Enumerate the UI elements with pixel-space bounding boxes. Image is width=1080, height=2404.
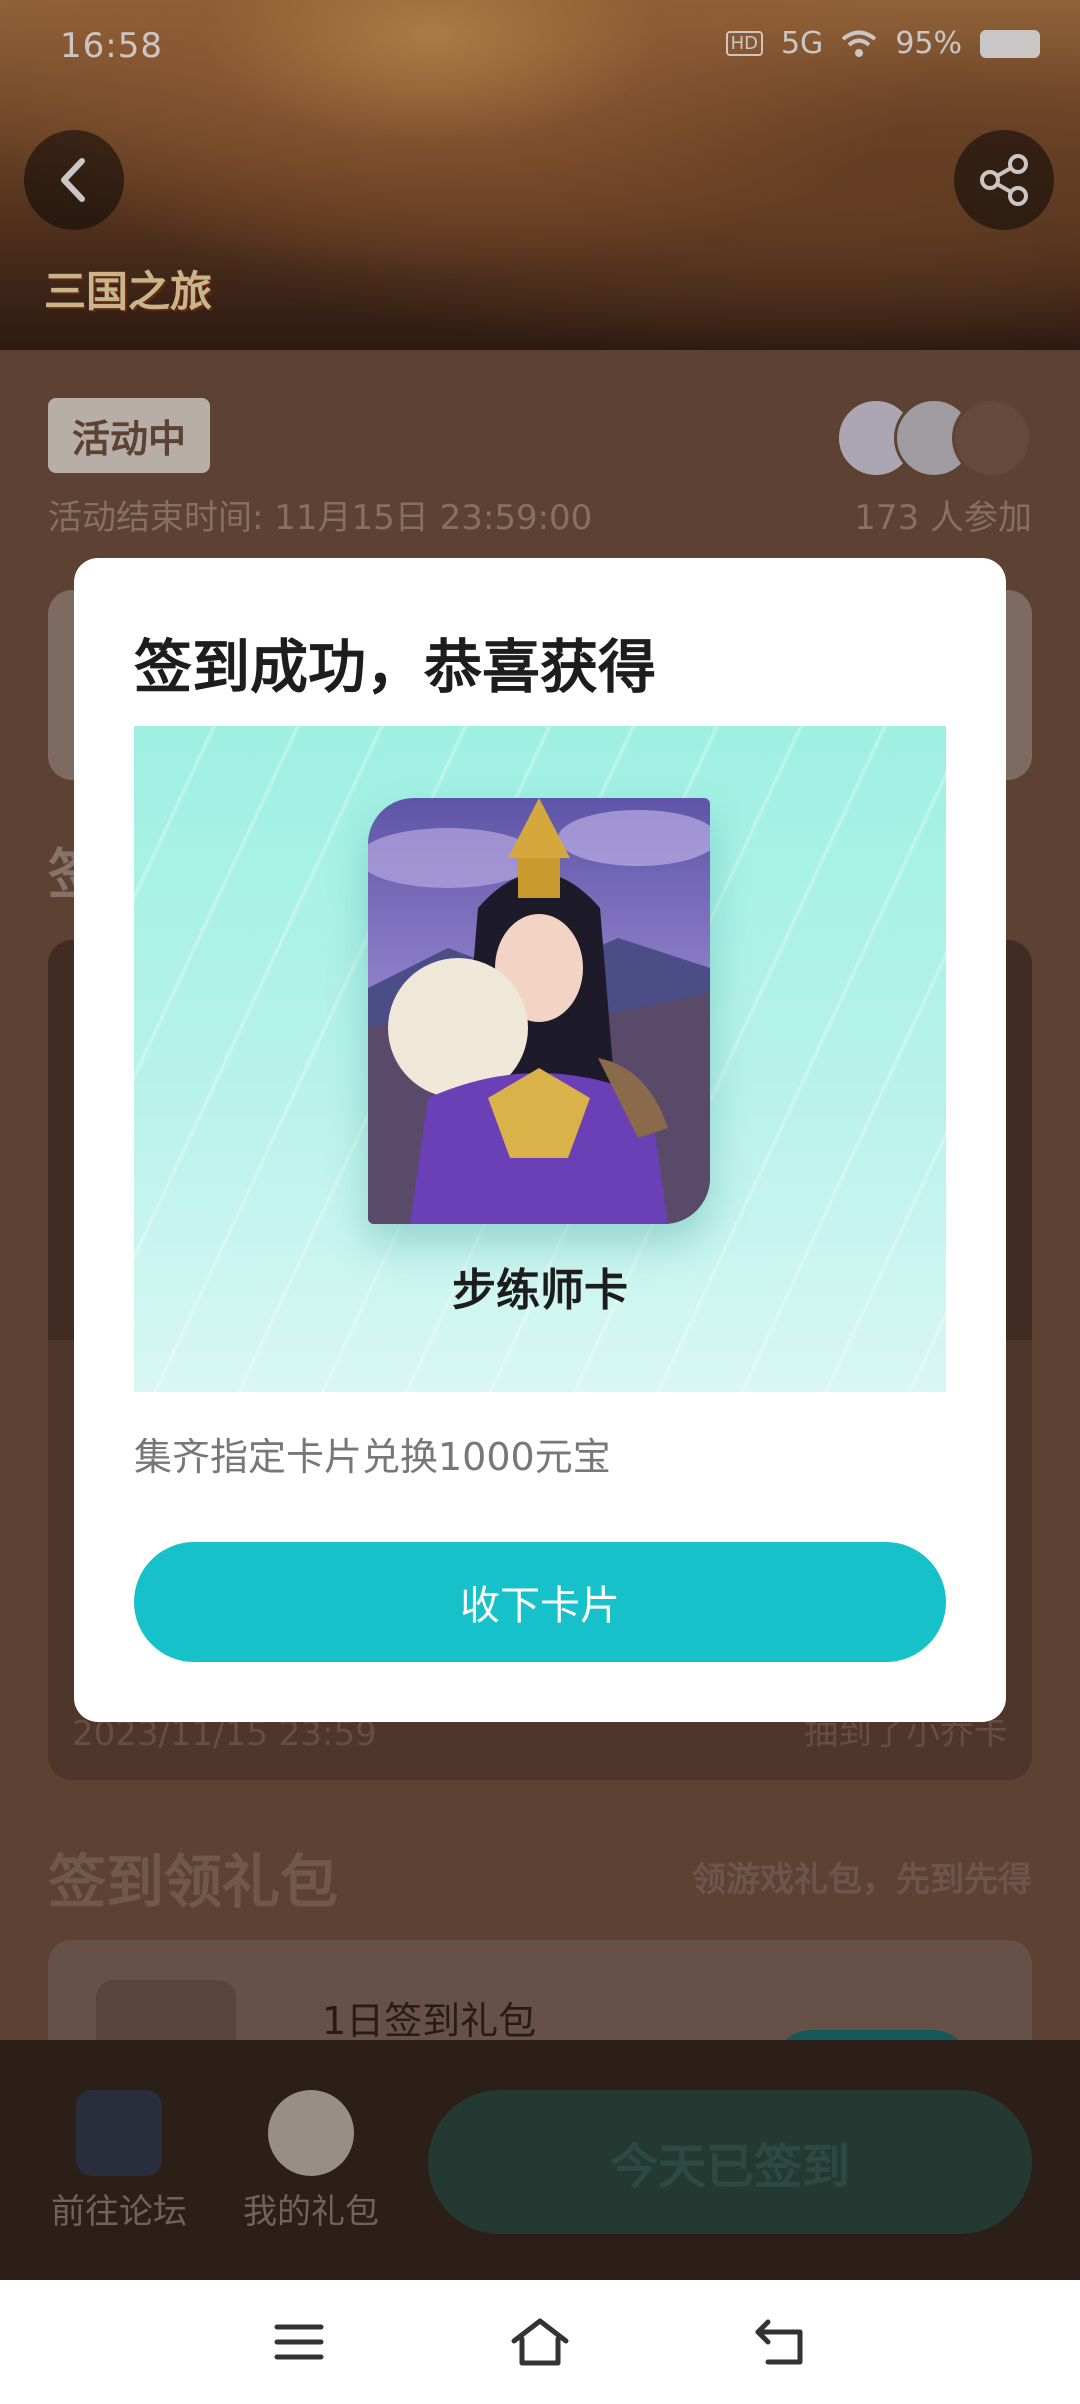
card-name: 步练师卡 bbox=[452, 1265, 628, 1316]
reward-description: 集齐指定卡片兑换1000元宝 bbox=[134, 1435, 611, 1479]
home-button[interactable] bbox=[505, 2310, 575, 2374]
sign-in-success-dialog: 签到成功，恭喜获得 步练师卡 集齐指定卡片兑换1000元宝 收下卡片 bbox=[74, 558, 1006, 1722]
recent-apps-button[interactable] bbox=[264, 2310, 334, 2374]
back-nav-button[interactable] bbox=[746, 2310, 816, 2374]
home-icon bbox=[511, 2318, 569, 2366]
system-navigation-bar bbox=[0, 2280, 1080, 2404]
menu-icon bbox=[274, 2324, 324, 2360]
reward-display: 步练师卡 bbox=[134, 726, 946, 1392]
dialog-title: 签到成功，恭喜获得 bbox=[134, 633, 657, 701]
character-card-image bbox=[368, 798, 710, 1224]
character-portrait bbox=[368, 798, 710, 1224]
accept-card-button[interactable]: 收下卡片 bbox=[134, 1542, 946, 1662]
back-icon bbox=[755, 2319, 803, 2365]
